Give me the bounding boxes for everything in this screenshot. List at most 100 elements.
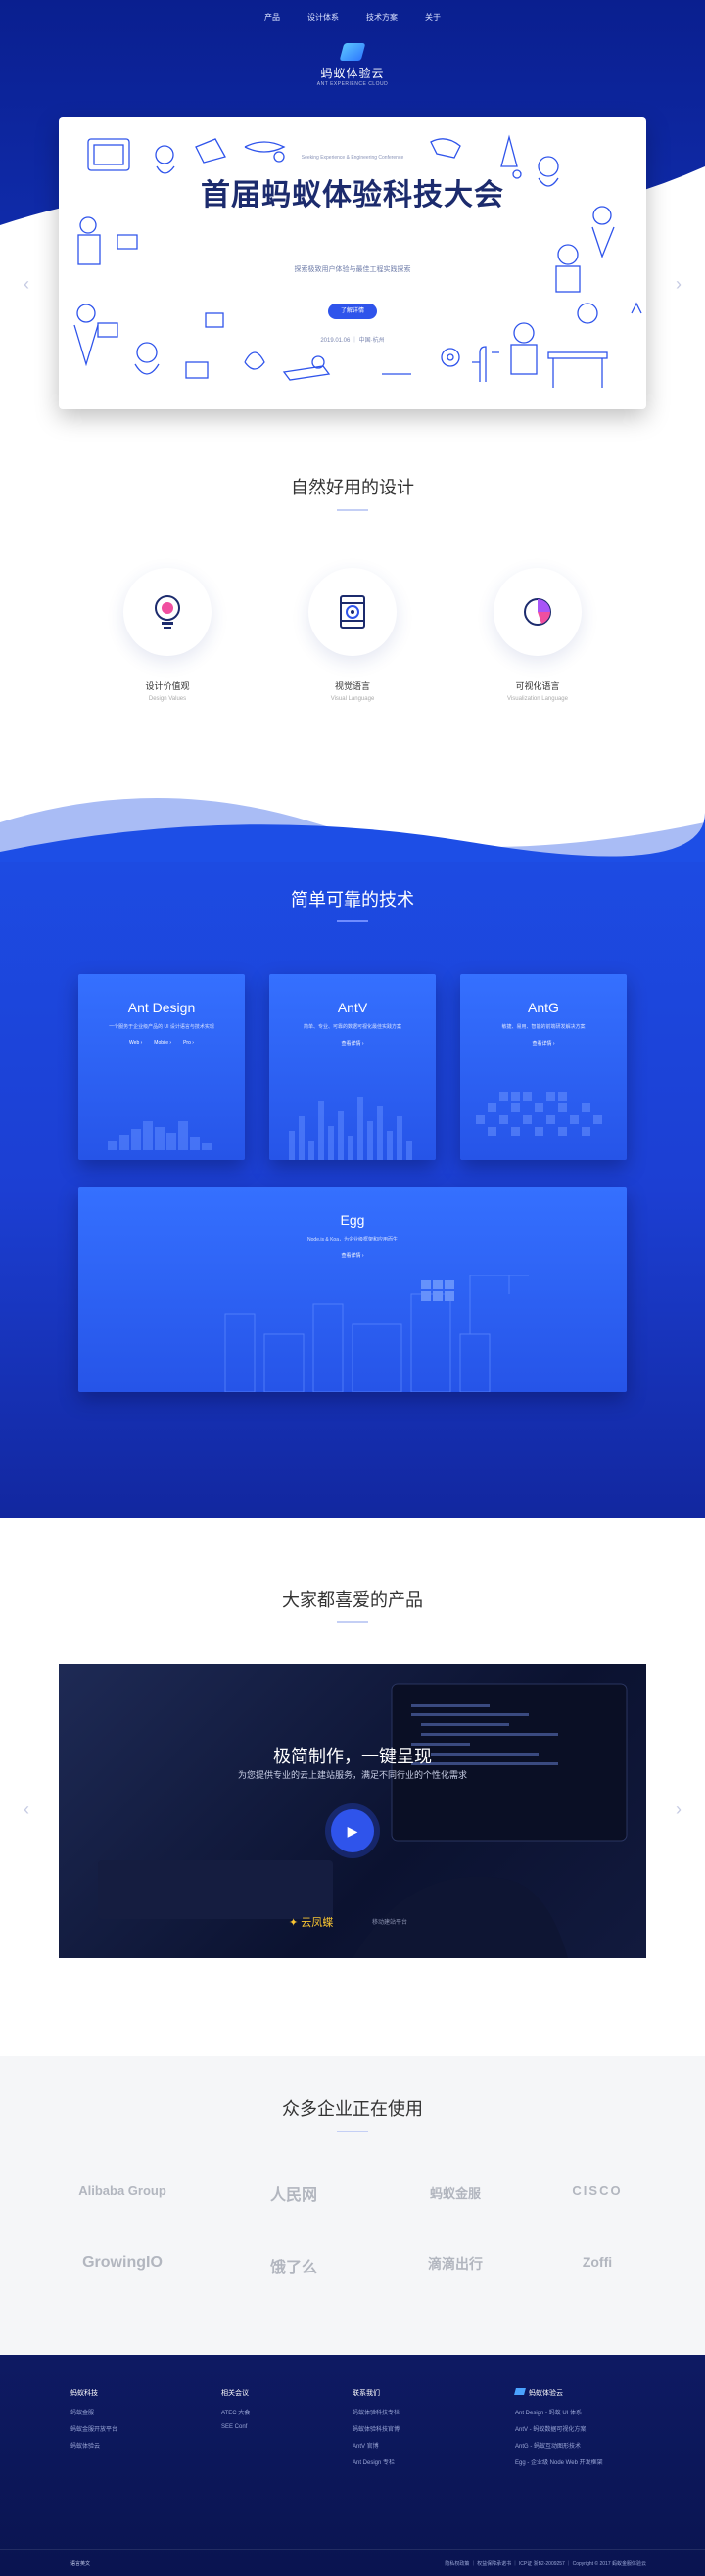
client-logo-people: 人民网 <box>269 2187 317 2204</box>
footer-link[interactable]: Egg - 企业级 Node Web 开发框架 <box>515 2458 603 2466</box>
footer-link[interactable]: 蚂蚁体验科技专栏 <box>352 2408 400 2416</box>
banner-date-location: 2019.01.06 ｜ 中国·杭州 <box>320 338 385 344</box>
product-brand: ✦ 云凤蝶 <box>289 1914 333 1930</box>
document-eye-icon <box>308 568 397 656</box>
link-view-details[interactable]: 查看详情 › <box>532 1040 554 1047</box>
footer-col-title: 蚂蚁体验云 <box>514 2388 603 2398</box>
pie-chart-icon <box>494 568 582 656</box>
footer-link[interactable]: 蚂蚁金服 <box>70 2408 118 2416</box>
video-subtitle: 为您提供专业的云上建站服务，满足不同行业的个性化需求 <box>237 1770 467 1780</box>
footer-link[interactable]: 蚂蚁金服开放平台 <box>70 2424 118 2433</box>
play-icon: ▶ <box>347 1822 358 1839</box>
link-pro[interactable]: Pro › <box>183 1040 194 1046</box>
footer-link[interactable]: SEE Conf <box>221 2424 250 2430</box>
nav-item-products[interactable]: 产品 <box>264 12 280 23</box>
banner-description: 探索极致用户体验与最佳工程实践探索 <box>294 266 411 273</box>
card-description: Node.js & Koa，为企业级框架和应用而生 <box>307 1237 398 1242</box>
hero-section: 产品 设计体系 技术方案 关于 蚂蚁体验云 ANT EXPERIENCE CLO… <box>0 0 705 460</box>
feature-design-values[interactable]: 设计价值观 Design Values <box>109 568 226 702</box>
footer-link[interactable]: Ant Design - 蚂蚁 UI 体系 <box>515 2408 603 2416</box>
footer-link[interactable]: 蚂蚁体验科技官博 <box>352 2424 400 2433</box>
footer-copyright: 隐私权政策 ｜ 权益保障承诺书 ｜ ICP证 浙B2-2009257 ｜ Cop… <box>445 2561 646 2567</box>
brand-subtitle: 移动建站平台 <box>372 1920 408 1926</box>
products-next-arrow-icon[interactable]: › <box>676 1800 682 1820</box>
language-switch[interactable]: 语言英文 <box>70 2560 90 2567</box>
video-title: 极简制作，一键呈现 <box>273 1747 432 1766</box>
products-prev-arrow-icon[interactable]: ‹ <box>24 1800 29 1820</box>
card-egg[interactable]: Egg Node.js & Koa，为企业级框架和应用而生 查看详情 › <box>78 1187 627 1392</box>
card-description: 简单、专业、可靠的数据可视化最佳实践方案 <box>303 1024 401 1030</box>
hero-prev-arrow-icon[interactable]: ‹ <box>24 274 29 295</box>
bar-decoration-icon <box>289 1097 412 1160</box>
feature-label: 视觉语言 <box>334 681 370 691</box>
site-footer: 蚂蚁科技 蚂蚁金服 蚂蚁金服开放平台 蚂蚁体验云 相关会议 ATEC 大会 SE… <box>0 2355 705 2576</box>
feature-label: 设计价值观 <box>145 681 190 691</box>
play-button[interactable]: ▶ <box>331 1809 374 1852</box>
product-video-player[interactable]: 极简制作，一键呈现 为您提供专业的云上建站服务，满足不同行业的个性化需求 ▶ ✦… <box>59 1664 646 1958</box>
card-ant-design[interactable]: Ant Design 一个服务于企业级产品的 UI 设计语言与技术实现 Web … <box>78 974 245 1160</box>
nav-item-about[interactable]: 关于 <box>425 12 441 23</box>
card-antg[interactable]: AntG 敏捷、易用、智能的前端研发解决方案 查看详情 › <box>460 974 627 1160</box>
doodle-illustration-icon <box>73 134 642 388</box>
tech-top-wave <box>0 783 705 862</box>
feature-label-en: Visualization Language <box>507 696 568 702</box>
banner-title: 首届蚂蚁体验科技大会 <box>201 179 504 211</box>
pixel-decoration-icon <box>108 1121 212 1150</box>
footer-bottom-bar: 语言英文 隐私权政策 ｜ 权益保障承诺书 ｜ ICP证 浙B2-2009257 … <box>0 2549 705 2576</box>
footer-link[interactable]: Ant Design 专栏 <box>352 2458 400 2466</box>
card-title: AntG <box>528 1000 559 1015</box>
footer-col-title: 蚂蚁科技 <box>70 2390 98 2397</box>
feature-label-en: Visual Language <box>330 696 375 702</box>
footer-col-title-text: 蚂蚁体验云 <box>529 2390 563 2397</box>
products-section-title: 大家都喜爱的产品 <box>282 1590 423 1610</box>
footer-link[interactable]: AntV 官博 <box>352 2441 400 2450</box>
site-logo[interactable]: 蚂蚁体验云 ANT EXPERIENCE CLOUD <box>0 43 705 87</box>
grid-decoration-icon <box>476 1092 602 1136</box>
nav-item-tech[interactable]: 技术方案 <box>366 12 398 23</box>
footer-col-contact: 联系我们 蚂蚁体验科技专栏 蚂蚁体验科技官博 AntV 官博 Ant Desig… <box>352 2388 400 2474</box>
footer-col-conferences: 相关会议 ATEC 大会 SEE Conf <box>221 2388 250 2438</box>
butterfly-icon: ✦ <box>289 1917 302 1929</box>
tech-section-title: 简单可靠的技术 <box>291 890 414 910</box>
card-antv[interactable]: AntV 简单、专业、可靠的数据可视化最佳实践方案 查看详情 › <box>269 974 436 1160</box>
footer-link[interactable]: ATEC 大会 <box>221 2408 250 2416</box>
footer-link[interactable]: AntV - 蚂蚁数据可视化方案 <box>515 2424 603 2433</box>
link-view-details[interactable]: 查看详情 › <box>341 1040 363 1047</box>
footer-link[interactable]: AntG - 蚂蚁互动图形技术 <box>515 2441 603 2450</box>
card-description: 敏捷、易用、智能的前端研发解决方案 <box>501 1024 586 1030</box>
feature-visual-language[interactable]: 视觉语言 Visual Language <box>294 568 411 702</box>
card-description: 一个服务于企业级产品的 UI 设计语言与技术实现 <box>109 1024 214 1030</box>
nav-item-design[interactable]: 设计体系 <box>307 12 339 23</box>
card-title: Egg <box>340 1212 365 1228</box>
logo-mark-icon <box>514 2388 526 2395</box>
client-logo-zoffi: Zoffi <box>582 2254 613 2270</box>
brand-name: 云凤蝶 <box>301 1917 334 1929</box>
footer-col-ant-tech: 蚂蚁科技 蚂蚁金服 蚂蚁金服开放平台 蚂蚁体验云 <box>70 2388 118 2458</box>
learn-more-button[interactable]: 了解详情 <box>328 304 377 319</box>
footer-col-experience-cloud: 蚂蚁体验云 Ant Design - 蚂蚁 UI 体系 AntV - 蚂蚁数据可… <box>514 2388 603 2474</box>
footer-col-title: 联系我们 <box>352 2390 380 2397</box>
link-mobile[interactable]: Mobile › <box>154 1040 171 1046</box>
link-view-details[interactable]: 查看详情 › <box>341 1252 363 1259</box>
design-section-title: 自然好用的设计 <box>291 478 414 497</box>
tech-section: 简单可靠的技术 Ant Design 一个服务于企业级产品的 UI 设计语言与技… <box>0 783 705 1518</box>
link-web[interactable]: Web › <box>129 1040 142 1046</box>
logo-name: 蚂蚁体验云 <box>320 67 385 80</box>
footer-link[interactable]: 蚂蚁体验云 <box>70 2441 118 2450</box>
card-title: Ant Design <box>127 1000 196 1015</box>
hero-next-arrow-icon[interactable]: › <box>676 274 682 295</box>
client-logo-eleme: 饿了么 <box>269 2260 317 2276</box>
conference-banner: Seeking Experience & Engineering Confere… <box>59 117 646 409</box>
client-logo-antfin: 蚂蚁金服 <box>429 2186 481 2201</box>
logo-subtitle: ANT EXPERIENCE CLOUD <box>316 81 389 87</box>
title-divider <box>337 509 368 511</box>
client-logo-alibaba: Alibaba Group <box>78 2183 166 2198</box>
feature-label-en: Design Values <box>148 696 187 702</box>
card-title: AntV <box>337 1000 368 1015</box>
feature-visualization-language[interactable]: 可视化语言 Visualization Language <box>479 568 596 702</box>
banner-eyebrow: Seeking Experience & Engineering Confere… <box>301 155 404 161</box>
feature-label: 可视化语言 <box>515 681 560 691</box>
client-logo-cisco: CISCO <box>572 2183 623 2198</box>
building-decoration-icon <box>224 1275 529 1392</box>
logo-mark-icon <box>339 43 366 61</box>
